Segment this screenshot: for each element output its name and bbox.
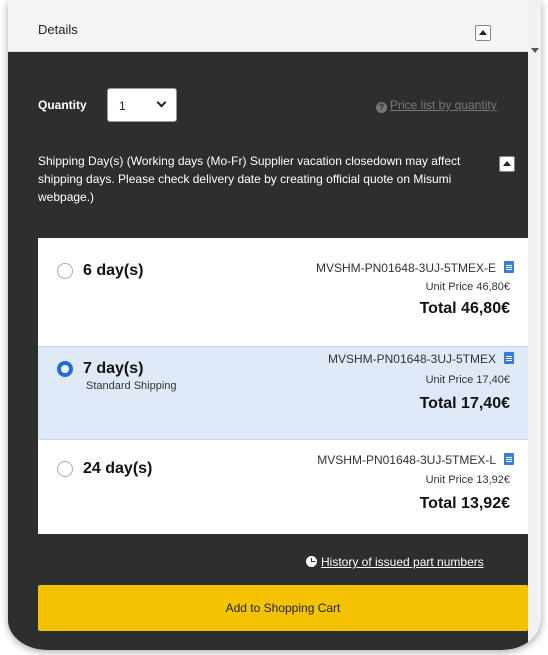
quantity-value: 1 bbox=[119, 99, 126, 113]
details-title: Details bbox=[38, 22, 78, 37]
document-icon[interactable] bbox=[504, 352, 514, 364]
radio-6-days[interactable] bbox=[57, 263, 73, 279]
unit-price: Unit Price 17,40€ bbox=[425, 374, 510, 386]
option-days: 7 day(s) bbox=[83, 360, 144, 377]
product-details-panel: Details Quantity 1 ? Price list by quanti… bbox=[8, 0, 541, 650]
total-price: Total 13,92€ bbox=[419, 495, 510, 512]
price-list-link[interactable]: ? Price list by quantity bbox=[376, 98, 497, 113]
option-days: 24 day(s) bbox=[83, 460, 153, 477]
details-collapse-button[interactable] bbox=[475, 25, 491, 41]
radio-24-days[interactable] bbox=[57, 461, 73, 477]
standard-shipping-label: Standard Shipping bbox=[86, 380, 177, 392]
shipping-option-24-days[interactable]: 24 day(s) MVSHM-PN01648-3UJ-5TMEX-L Unit… bbox=[38, 440, 528, 534]
question-icon: ? bbox=[376, 102, 387, 113]
quantity-select[interactable]: 1 bbox=[107, 88, 177, 122]
price-list-label: Price list by quantity bbox=[390, 98, 497, 112]
chevron-down-icon bbox=[156, 97, 167, 108]
shipping-option-7-days[interactable]: 7 day(s) Standard Shipping MVSHM-PN01648… bbox=[38, 346, 528, 440]
unit-price: Unit Price 13,92€ bbox=[425, 474, 510, 486]
details-header: Details bbox=[8, 0, 541, 52]
document-icon[interactable] bbox=[504, 453, 514, 465]
part-number: MVSHM-PN01648-3UJ-5TMEX-L bbox=[317, 453, 496, 467]
radio-7-days[interactable] bbox=[57, 361, 73, 377]
history-link[interactable]: History of issued part numbers bbox=[306, 555, 484, 569]
shipping-collapse-button[interactable] bbox=[499, 156, 515, 172]
quantity-label: Quantity bbox=[38, 98, 87, 112]
add-to-cart-button[interactable]: Add to Shopping Cart bbox=[38, 585, 528, 631]
part-number: MVSHM-PN01648-3UJ-5TMEX bbox=[327, 352, 496, 366]
shipping-days-heading: Shipping Day(s) (Working days (Mo-Fr) Su… bbox=[38, 154, 461, 204]
scroll-down-arrow-icon[interactable] bbox=[531, 48, 539, 53]
document-icon[interactable] bbox=[504, 261, 514, 273]
total-price: Total 17,40€ bbox=[419, 395, 510, 412]
total-price: Total 46,80€ bbox=[419, 300, 510, 317]
unit-price: Unit Price 46,80€ bbox=[425, 281, 510, 293]
part-number: MVSHM-PN01648-3UJ-5TMEX-E bbox=[315, 261, 496, 275]
option-days: 6 day(s) bbox=[83, 262, 144, 279]
scrollbar[interactable] bbox=[528, 0, 541, 650]
shipping-options-list: 6 day(s) MVSHM-PN01648-3UJ-5TMEX-E Unit … bbox=[38, 238, 528, 534]
shipping-option-6-days[interactable]: 6 day(s) MVSHM-PN01648-3UJ-5TMEX-E Unit … bbox=[38, 238, 528, 346]
